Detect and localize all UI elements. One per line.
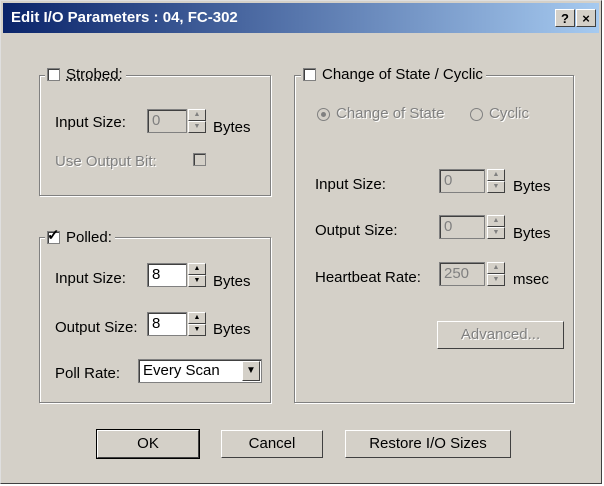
poll-rate-value: Every Scan [143, 362, 220, 379]
spin-up-icon[interactable]: ▲ [188, 109, 206, 121]
radio-cyclic-label: Cyclic [489, 105, 529, 122]
strobed-input-size-spinner[interactable]: ▲ ▼ [188, 109, 206, 133]
cos-output-size-field[interactable]: 0 [439, 215, 485, 239]
polled-input-bytes-label: Bytes [213, 273, 251, 290]
cos-input-bytes-label: Bytes [513, 178, 551, 195]
cos-output-size-label: Output Size: [315, 222, 398, 239]
help-button[interactable]: ? [555, 9, 575, 27]
radio-change-of-state[interactable]: Change of State [317, 105, 444, 122]
heartbeat-rate-label: Heartbeat Rate: [315, 269, 421, 286]
poll-rate-select[interactable]: Every Scan ▼ [138, 359, 262, 383]
strobed-bytes-label: Bytes [213, 119, 251, 136]
ok-button[interactable]: OK [96, 429, 200, 459]
dropdown-arrow-icon[interactable]: ▼ [242, 361, 260, 381]
radio-cyclic[interactable]: Cyclic [470, 105, 529, 122]
strobed-input-size-field[interactable]: 0 [147, 109, 187, 133]
polled-output-size-spinner[interactable]: ▲ ▼ [188, 312, 206, 336]
polled-label: Polled: [66, 229, 112, 246]
cos-cyclic-legend: Change of State / Cyclic [301, 66, 486, 83]
cos-input-size-field[interactable]: 0 [439, 169, 485, 193]
polled-output-size-label: Output Size: [55, 319, 138, 336]
cos-output-bytes-label: Bytes [513, 225, 551, 242]
polled-legend: ✓ Polled: [45, 227, 115, 246]
spin-up-icon[interactable]: ▲ [188, 263, 206, 275]
cos-input-size-label: Input Size: [315, 176, 386, 193]
spin-down-icon[interactable]: ▼ [188, 324, 206, 336]
spin-up-icon[interactable]: ▲ [487, 215, 505, 227]
window-title: Edit I/O Parameters : 04, FC-302 [11, 9, 238, 26]
restore-io-sizes-button[interactable]: Restore I/O Sizes [345, 430, 511, 458]
cos-cyclic-checkbox[interactable] [303, 68, 316, 81]
heartbeat-unit-label: msec [513, 271, 549, 288]
advanced-button[interactable]: Advanced... [437, 321, 564, 349]
checkmark-icon: ✓ [47, 227, 60, 244]
cos-cyclic-label: Change of State / Cyclic [322, 66, 483, 83]
polled-input-size-field[interactable]: 8 [147, 263, 187, 287]
radio-change-of-state-label: Change of State [336, 105, 445, 122]
title-bar[interactable]: Edit I/O Parameters : 04, FC-302 ? × [3, 3, 599, 33]
edit-io-parameters-dialog: Edit I/O Parameters : 04, FC-302 ? × Str… [0, 0, 602, 484]
use-output-bit-label: Use Output Bit: [55, 153, 157, 170]
polled-checkbox[interactable]: ✓ [47, 227, 60, 244]
spin-down-icon[interactable]: ▼ [188, 275, 206, 287]
spin-down-icon[interactable]: ▼ [487, 274, 505, 286]
spin-up-icon[interactable]: ▲ [487, 169, 505, 181]
spin-up-icon[interactable]: ▲ [487, 262, 505, 274]
strobed-label: Strobed: [66, 66, 123, 83]
spin-down-icon[interactable]: ▼ [487, 181, 505, 193]
strobed-checkbox[interactable] [47, 68, 60, 81]
close-button[interactable]: × [576, 9, 596, 27]
heartbeat-rate-field[interactable]: 250 [439, 262, 485, 286]
spin-up-icon[interactable]: ▲ [188, 312, 206, 324]
poll-rate-label: Poll Rate: [55, 365, 121, 382]
spin-down-icon[interactable]: ▼ [188, 121, 206, 133]
cos-output-size-spinner[interactable]: ▲ ▼ [487, 215, 505, 239]
strobed-legend: Strobed: [45, 66, 126, 83]
polled-input-size-label: Input Size: [55, 270, 126, 287]
cancel-button[interactable]: Cancel [221, 430, 323, 458]
polled-output-bytes-label: Bytes [213, 321, 251, 338]
radio-icon [317, 107, 330, 121]
polled-output-size-field[interactable]: 8 [147, 312, 187, 336]
strobed-input-size-label: Input Size: [55, 114, 126, 131]
polled-input-size-spinner[interactable]: ▲ ▼ [188, 263, 206, 287]
spin-down-icon[interactable]: ▼ [487, 227, 505, 239]
radio-icon [470, 107, 483, 121]
cos-input-size-spinner[interactable]: ▲ ▼ [487, 169, 505, 193]
use-output-bit-checkbox[interactable] [193, 153, 206, 166]
heartbeat-rate-spinner[interactable]: ▲ ▼ [487, 262, 505, 286]
